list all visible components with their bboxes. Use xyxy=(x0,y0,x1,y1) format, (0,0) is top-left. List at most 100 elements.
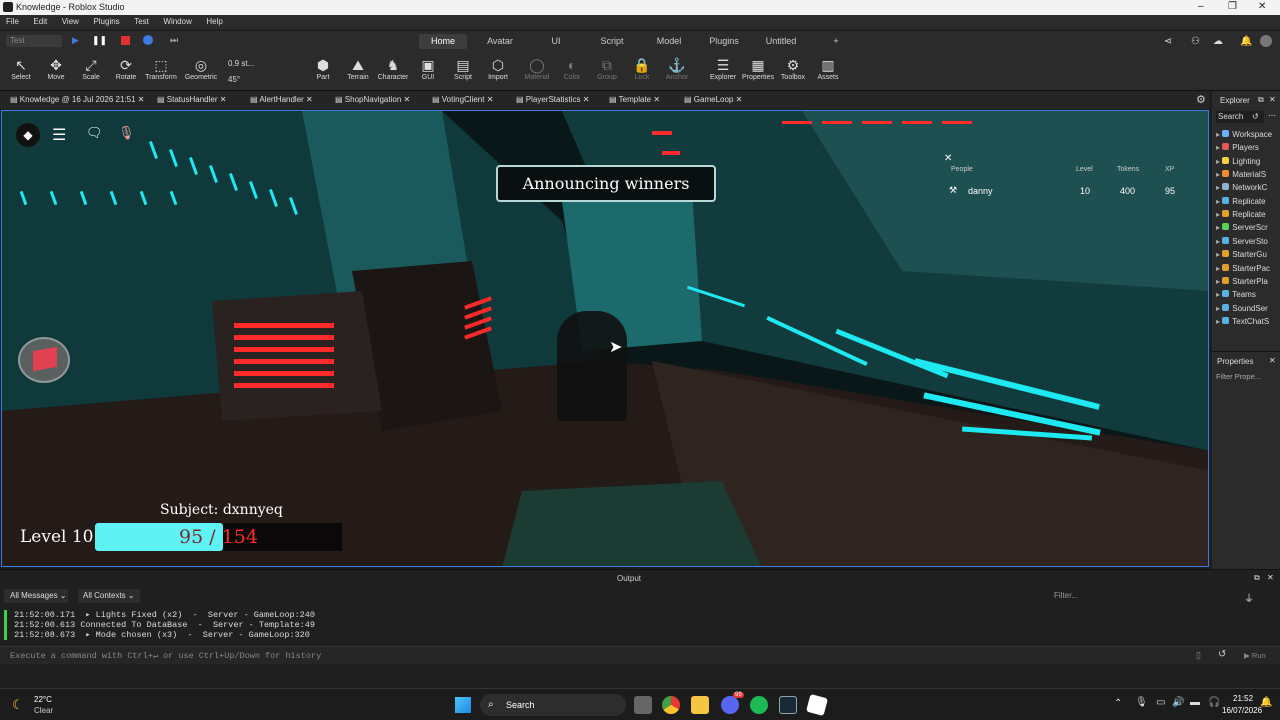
tool-select-button[interactable]: ↖ Select xyxy=(3,57,39,81)
explorer-item[interactable]: ▸ ServerSto xyxy=(1216,235,1268,248)
close-tab-icon[interactable]: ✕ xyxy=(401,95,410,104)
tool-rotate-button[interactable]: ⟳ Rotate xyxy=(108,57,144,81)
doc-tab[interactable]: ▤ Knowledge @ 16 Jul 2026 21:51 ✕ xyxy=(10,93,144,107)
stop-icon[interactable] xyxy=(121,36,130,45)
volume-tray-icon[interactable]: 🔊 xyxy=(1172,697,1184,708)
discord-icon[interactable] xyxy=(721,696,739,714)
ribbon-tab-ui[interactable]: UI xyxy=(540,34,572,49)
ribbon-tab-model[interactable]: Model xyxy=(648,34,690,49)
roblox-studio-taskbar-icon[interactable] xyxy=(805,693,829,717)
weather-temp[interactable]: 22°C xyxy=(34,695,52,704)
ribbon-tab-script[interactable]: Script xyxy=(591,34,633,49)
doc-tab[interactable]: ▤ AlertHandler ✕ xyxy=(250,93,313,107)
roblox-menu-icon[interactable]: ◆ xyxy=(16,123,40,147)
history-icon[interactable]: ↺ xyxy=(1252,112,1259,121)
output-filter-input[interactable]: Filter... xyxy=(1050,589,1236,603)
menu-file[interactable]: File xyxy=(0,15,25,29)
explorer-item[interactable]: ▸ NetworkC xyxy=(1216,181,1267,194)
bookmark-icon[interactable]: ▯ xyxy=(1196,650,1201,661)
shop-button[interactable] xyxy=(18,337,70,383)
tool-group-button[interactable]: ⧉ Group xyxy=(589,57,625,81)
add-tab-button[interactable]: + xyxy=(828,34,844,49)
account-icon[interactable] xyxy=(1260,35,1272,47)
play-icon[interactable]: ▶ xyxy=(72,35,79,46)
hamburger-menu-icon[interactable]: ☰ xyxy=(52,125,66,145)
explorer-item[interactable]: ▸ Workspace xyxy=(1216,128,1272,141)
explorer-item[interactable]: ▸ Players xyxy=(1216,141,1259,154)
explorer-item[interactable]: ▸ StarterPla xyxy=(1216,275,1268,288)
close-tab-icon[interactable]: ✕ xyxy=(217,95,227,104)
tool-properties-button[interactable]: ▦ Properties xyxy=(740,57,776,81)
maximize-button[interactable]: ❐ xyxy=(1228,1,1237,12)
close-tab-icon[interactable]: ✕ xyxy=(651,95,660,104)
menu-plugins[interactable]: Plugins xyxy=(87,15,125,29)
explorer-more-icon[interactable]: ⋯ xyxy=(1268,111,1276,120)
tool-transform-button[interactable]: ⬚ Transform xyxy=(143,57,179,81)
tool-scale-button[interactable]: ⤢ Scale xyxy=(73,57,109,81)
tool-move-button[interactable]: ✥ Move xyxy=(38,57,74,81)
explorer-item[interactable]: ▸ Replicate xyxy=(1216,195,1266,208)
close-tab-icon[interactable]: ✕ xyxy=(733,95,743,104)
move-snap-value[interactable]: 0.9 st... xyxy=(228,59,254,68)
clock-date[interactable]: 16/07/2026 xyxy=(1222,706,1262,715)
tool-gui-button[interactable]: ▣ GUI xyxy=(410,57,446,81)
notifications-tray-icon[interactable]: 🔔 xyxy=(1260,697,1272,708)
explorer-close-icon[interactable]: ✕ xyxy=(1269,95,1276,104)
client-server-icon[interactable] xyxy=(143,35,153,45)
tool-character-button[interactable]: ♞ Character xyxy=(375,57,411,81)
steam-icon[interactable] xyxy=(779,696,797,714)
doc-tab[interactable]: ▤ Template ✕ xyxy=(609,93,660,107)
step-icon[interactable]: ⏭ xyxy=(170,35,178,46)
menu-edit[interactable]: Edit xyxy=(27,15,53,29)
explorer-popout-icon[interactable]: ⧉ xyxy=(1258,95,1264,105)
close-tab-icon[interactable]: ✕ xyxy=(484,95,494,104)
output-popout-icon[interactable]: ⧉ xyxy=(1254,573,1260,583)
properties-filter-input[interactable]: Filter Prope... xyxy=(1216,372,1261,381)
doc-tab[interactable]: ▤ VotingClient ✕ xyxy=(432,93,493,107)
close-tab-icon[interactable]: ✕ xyxy=(580,95,590,104)
collaborate-icon[interactable]: ⚇ xyxy=(1191,36,1200,47)
test-mode-dropdown[interactable]: Test xyxy=(6,35,62,47)
doc-tab[interactable]: ▤ GameLoop ✕ xyxy=(684,93,742,107)
contexts-filter-dropdown[interactable]: All Contexts ⌄ xyxy=(78,589,140,603)
menu-help[interactable]: Help xyxy=(200,15,228,29)
tool-import-button[interactable]: ⬡ Import xyxy=(480,57,516,81)
display-tray-icon[interactable]: ▭ xyxy=(1156,697,1165,708)
share-icon[interactable]: ⋖ xyxy=(1164,36,1172,47)
pause-icon[interactable]: ❚❚ xyxy=(92,35,107,46)
ribbon-tab-untitled[interactable]: Untitled xyxy=(758,34,804,49)
leaderboard-close-icon[interactable]: ✕ xyxy=(944,153,952,164)
cloud-icon[interactable]: ☁ xyxy=(1213,36,1223,47)
tool-explorer-button[interactable]: ☰ Explorer xyxy=(705,57,741,81)
explorer-item[interactable]: ▸ SoundSer xyxy=(1216,302,1268,315)
close-button[interactable]: ✕ xyxy=(1258,1,1266,12)
doc-tab[interactable]: ▤ StatusHandler ✕ xyxy=(157,93,226,107)
task-view-icon[interactable] xyxy=(634,696,652,714)
headset-tray-icon[interactable]: 🎧 xyxy=(1208,697,1220,708)
battery-tray-icon[interactable]: ▬ xyxy=(1190,697,1200,708)
ribbon-tab-avatar[interactable]: Avatar xyxy=(477,34,523,49)
notification-icon[interactable]: 🔔 xyxy=(1240,36,1252,47)
tool-part-button[interactable]: ⬢ Part xyxy=(305,57,341,81)
microphone-icon[interactable]: 🎙 xyxy=(118,125,135,141)
minimize-button[interactable]: – xyxy=(1198,1,1204,12)
windows-start-icon[interactable] xyxy=(455,697,471,713)
file-explorer-icon[interactable] xyxy=(691,696,709,714)
close-tab-icon[interactable]: ✕ xyxy=(136,95,145,104)
run-button[interactable]: ▶ Run xyxy=(1244,651,1266,660)
menu-view[interactable]: View xyxy=(56,15,85,29)
clock-time[interactable]: 21:52 xyxy=(1233,694,1253,703)
chat-icon[interactable]: 🗨 xyxy=(86,125,103,141)
menu-test[interactable]: Test xyxy=(128,15,155,29)
tool-toolbox-button[interactable]: ⚙ Toolbox xyxy=(775,57,811,81)
spotify-icon[interactable] xyxy=(750,696,768,714)
ribbon-tab-home[interactable]: Home xyxy=(419,34,467,49)
command-bar-input[interactable]: Execute a command with Ctrl+↵ or use Ctr… xyxy=(0,646,1280,664)
tray-chevron-icon[interactable]: ⌃ xyxy=(1114,698,1122,709)
explorer-item[interactable]: ▸ Lighting xyxy=(1216,155,1260,168)
taskbar-search[interactable]: ⌕ Search xyxy=(480,694,626,716)
tool-anchor-button[interactable]: ⚓ Anchor xyxy=(659,57,695,81)
tool-color-button[interactable]: ◐ Color xyxy=(554,57,590,81)
tool-material-button[interactable]: ◯ Material xyxy=(519,57,555,81)
menu-window[interactable]: Window xyxy=(157,15,197,29)
